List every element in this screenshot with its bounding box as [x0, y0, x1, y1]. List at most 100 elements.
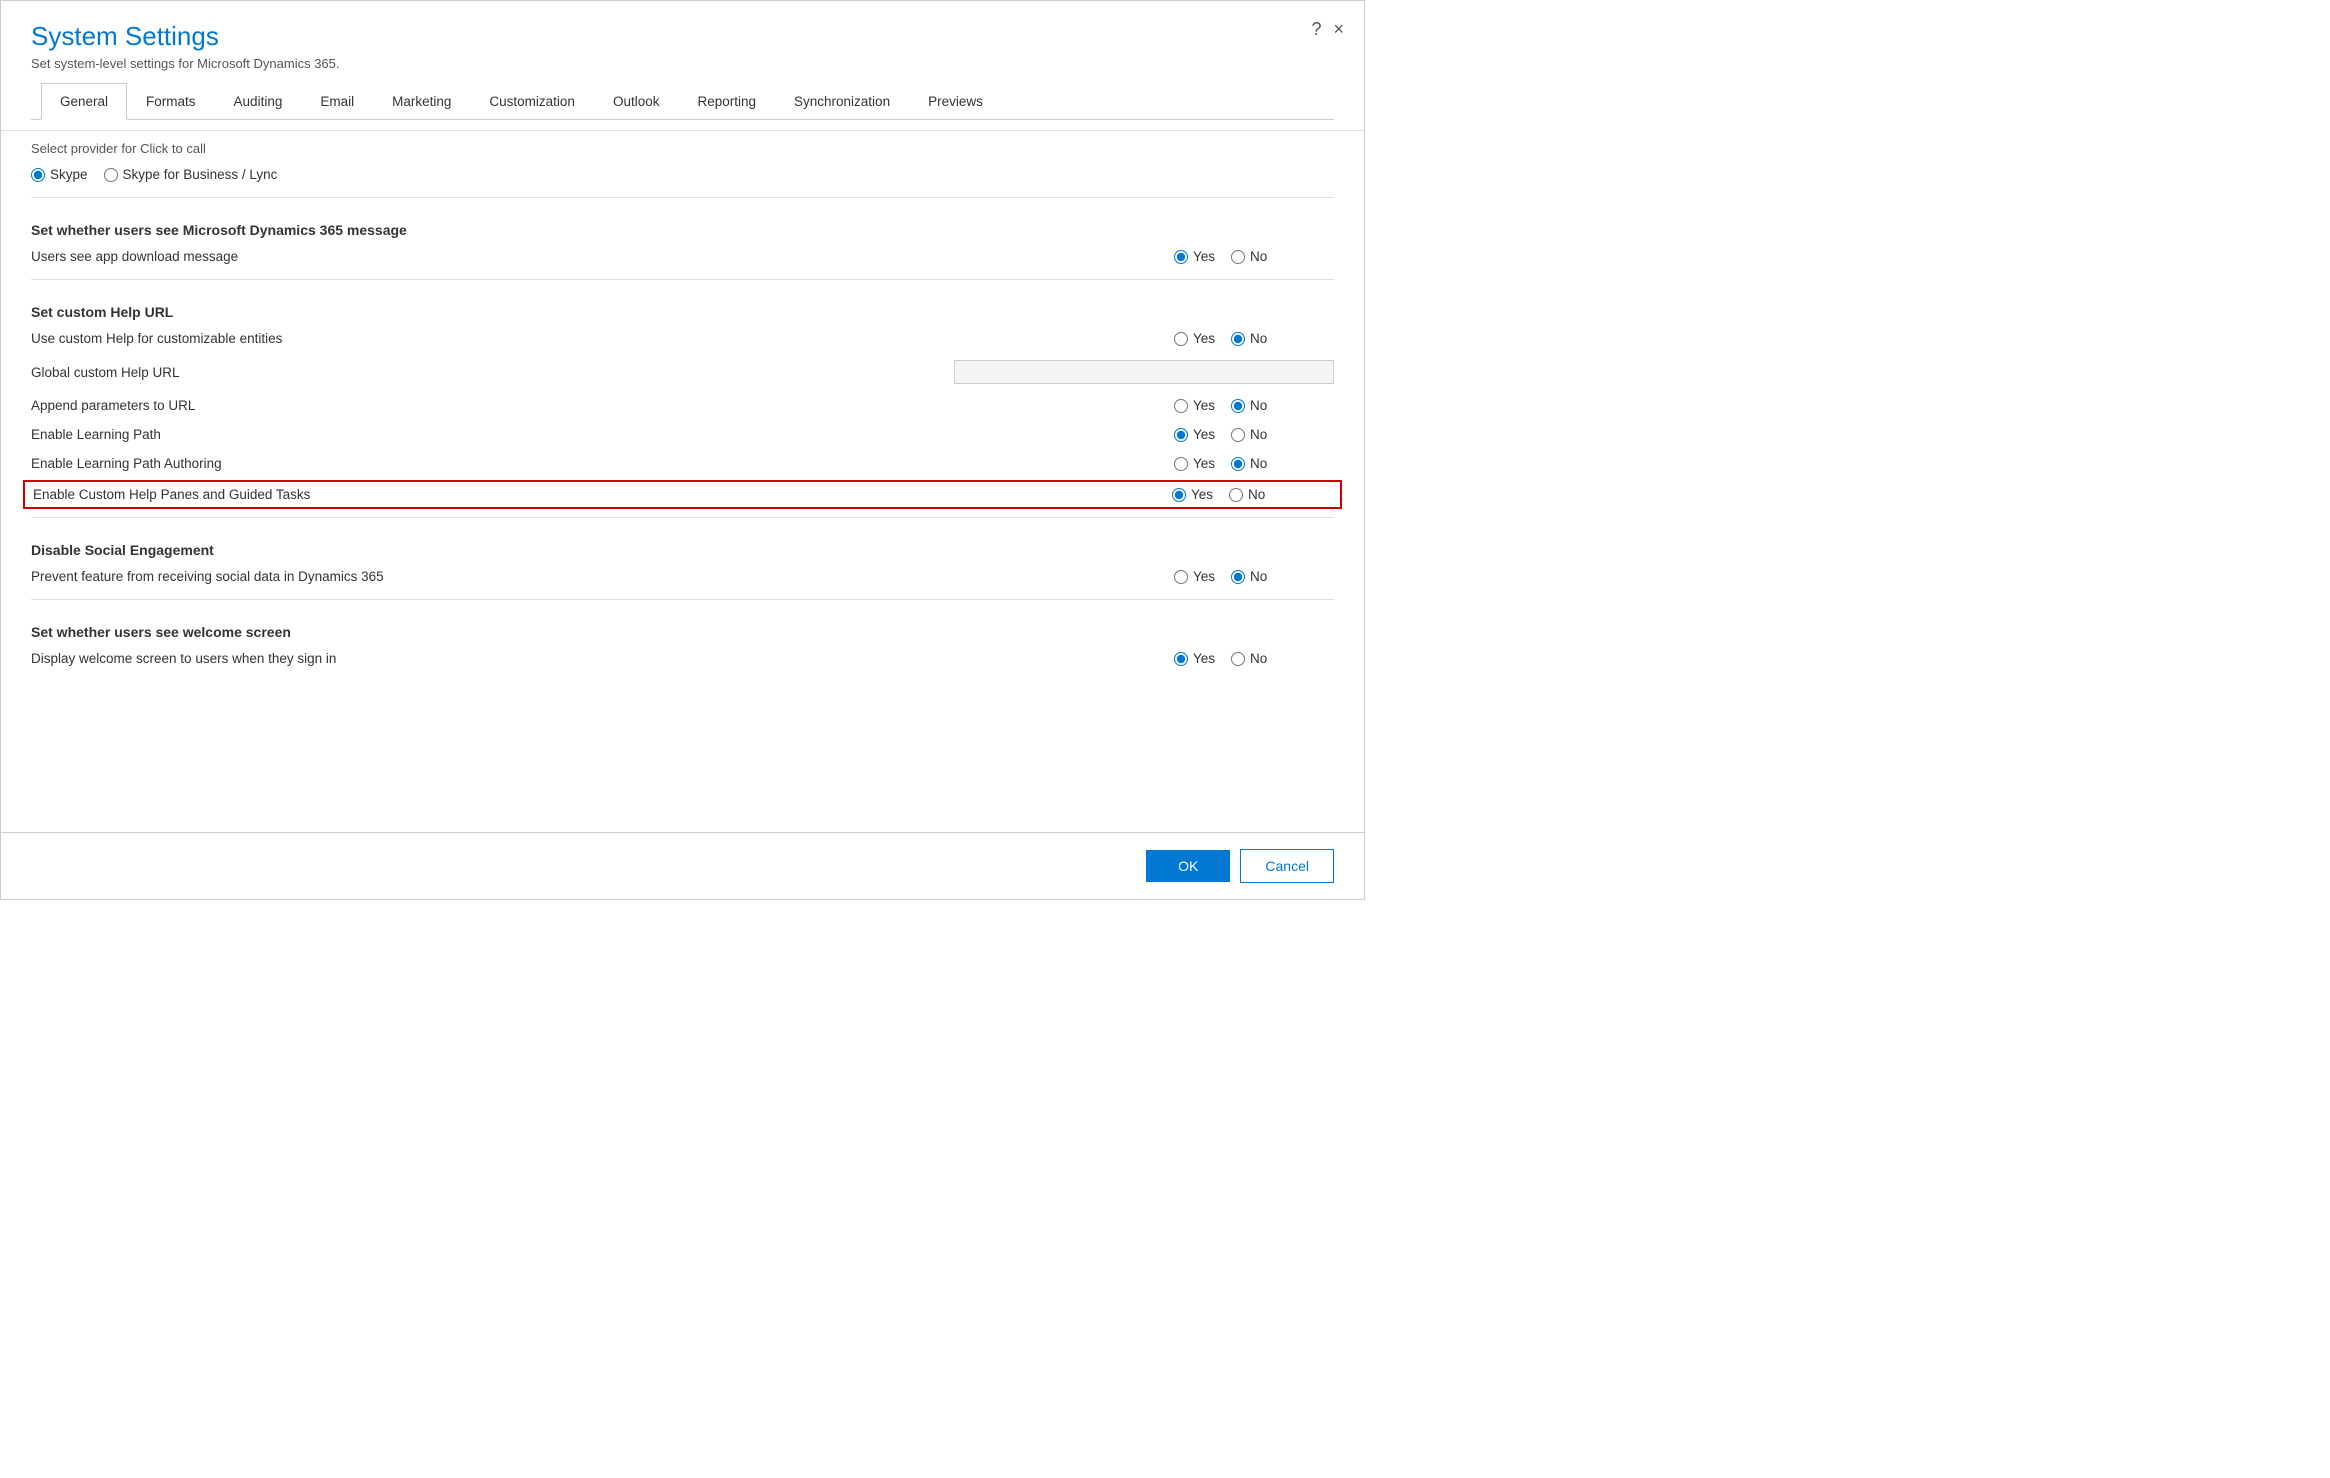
tab-previews[interactable]: Previews [909, 83, 1002, 120]
enable-chp-yes-radio[interactable] [1172, 488, 1186, 502]
welcome-screen-header: Set whether users see welcome screen [31, 608, 1334, 644]
help-icon[interactable]: ? [1311, 19, 1321, 40]
display-welcome-no[interactable]: No [1231, 651, 1267, 666]
global-help-url-row: Global custom Help URL [31, 353, 1334, 391]
divider-1 [31, 197, 1334, 198]
use-custom-help-label: Use custom Help for customizable entitie… [31, 331, 1174, 346]
enable-learning-path-radio-group: Yes No [1174, 427, 1334, 442]
app-download-row: Users see app download message Yes No [31, 242, 1334, 271]
app-download-label: Users see app download message [31, 249, 1174, 264]
tab-outlook[interactable]: Outlook [594, 83, 679, 120]
enable-custom-help-panes-label: Enable Custom Help Panes and Guided Task… [33, 487, 1172, 502]
enable-learning-path-authoring-radio-group: Yes No [1174, 456, 1334, 471]
use-custom-help-yes[interactable]: Yes [1174, 331, 1215, 346]
append-params-label: Append parameters to URL [31, 398, 1174, 413]
append-params-row: Append parameters to URL Yes No [31, 391, 1334, 420]
tab-general[interactable]: General [41, 83, 127, 120]
no-label-4: No [1250, 427, 1267, 442]
skype-option[interactable]: Skype [31, 167, 88, 182]
prevent-social-yes-radio[interactable] [1174, 570, 1188, 584]
yes-label-3: Yes [1193, 398, 1215, 413]
global-help-url-input[interactable] [954, 360, 1334, 384]
no-label-2: No [1250, 331, 1267, 346]
append-params-yes[interactable]: Yes [1174, 398, 1215, 413]
enable-chp-no[interactable]: No [1229, 487, 1265, 502]
social-engagement-header: Disable Social Engagement [31, 526, 1334, 562]
yes-label: Yes [1193, 249, 1215, 264]
prevent-social-no-radio[interactable] [1231, 570, 1245, 584]
app-download-no[interactable]: No [1231, 249, 1267, 264]
dialog-title: System Settings [31, 21, 1334, 52]
dialog-subtitle: Set system-level settings for Microsoft … [31, 56, 1334, 71]
append-params-no[interactable]: No [1231, 398, 1267, 413]
yes-label-2: Yes [1193, 331, 1215, 346]
use-custom-help-no-radio[interactable] [1231, 332, 1245, 346]
no-label: No [1250, 249, 1267, 264]
display-welcome-yes-radio[interactable] [1174, 652, 1188, 666]
skype-business-radio[interactable] [104, 168, 118, 182]
enable-custom-help-panes-radio-group: Yes No [1172, 487, 1332, 502]
display-welcome-yes[interactable]: Yes [1174, 651, 1215, 666]
dialog-controls: ? × [1311, 19, 1344, 40]
dialog-footer: OK Cancel [1, 832, 1364, 899]
ok-button[interactable]: OK [1146, 850, 1230, 882]
append-params-radio-group: Yes No [1174, 398, 1334, 413]
no-label-8: No [1250, 651, 1267, 666]
no-label-3: No [1250, 398, 1267, 413]
divider-4 [31, 599, 1334, 600]
enable-chp-no-radio[interactable] [1229, 488, 1243, 502]
prevent-social-no[interactable]: No [1231, 569, 1267, 584]
yes-label-8: Yes [1193, 651, 1215, 666]
enable-learning-path-authoring-label: Enable Learning Path Authoring [31, 456, 1174, 471]
divider-2 [31, 279, 1334, 280]
use-custom-help-yes-radio[interactable] [1174, 332, 1188, 346]
skype-business-label: Skype for Business / Lync [123, 167, 278, 182]
app-download-no-radio[interactable] [1231, 250, 1245, 264]
cancel-button[interactable]: Cancel [1240, 849, 1334, 883]
skype-label: Skype [50, 167, 88, 182]
enable-lpa-no[interactable]: No [1231, 456, 1267, 471]
enable-lpa-yes[interactable]: Yes [1174, 456, 1215, 471]
divider-3 [31, 517, 1334, 518]
tab-customization[interactable]: Customization [470, 83, 594, 120]
main-content: Select provider for Click to call Skype … [1, 131, 1364, 832]
enable-chp-yes[interactable]: Yes [1172, 487, 1213, 502]
close-icon[interactable]: × [1333, 19, 1344, 40]
no-label-7: No [1250, 569, 1267, 584]
enable-custom-help-panes-row: Enable Custom Help Panes and Guided Task… [23, 480, 1342, 509]
append-params-no-radio[interactable] [1231, 399, 1245, 413]
tab-auditing[interactable]: Auditing [215, 83, 302, 120]
tab-synchronization[interactable]: Synchronization [775, 83, 909, 120]
tab-reporting[interactable]: Reporting [678, 83, 775, 120]
prevent-social-data-label: Prevent feature from receiving social da… [31, 569, 1174, 584]
skype-radio[interactable] [31, 168, 45, 182]
enable-learning-path-authoring-row: Enable Learning Path Authoring Yes No [31, 449, 1334, 478]
microsoft-message-header: Set whether users see Microsoft Dynamics… [31, 206, 1334, 242]
click-to-call-label: Select provider for Click to call [31, 135, 1334, 160]
enable-lpa-yes-radio[interactable] [1174, 457, 1188, 471]
enable-learning-path-no[interactable]: No [1231, 427, 1267, 442]
app-download-yes[interactable]: Yes [1174, 249, 1215, 264]
app-download-yes-radio[interactable] [1174, 250, 1188, 264]
tab-formats[interactable]: Formats [127, 83, 215, 120]
yes-label-7: Yes [1193, 569, 1215, 584]
enable-lpa-no-radio[interactable] [1231, 457, 1245, 471]
display-welcome-screen-row: Display welcome screen to users when the… [31, 644, 1334, 673]
click-to-call-options: Skype Skype for Business / Lync [31, 160, 1334, 189]
enable-learning-path-yes-radio[interactable] [1174, 428, 1188, 442]
display-welcome-screen-label: Display welcome screen to users when the… [31, 651, 1174, 666]
custom-help-header: Set custom Help URL [31, 288, 1334, 324]
append-params-yes-radio[interactable] [1174, 399, 1188, 413]
yes-label-4: Yes [1193, 427, 1215, 442]
enable-learning-path-yes[interactable]: Yes [1174, 427, 1215, 442]
tab-marketing[interactable]: Marketing [373, 83, 470, 120]
tab-email[interactable]: Email [301, 83, 373, 120]
display-welcome-no-radio[interactable] [1231, 652, 1245, 666]
skype-business-option[interactable]: Skype for Business / Lync [104, 167, 278, 182]
enable-learning-path-no-radio[interactable] [1231, 428, 1245, 442]
use-custom-help-no[interactable]: No [1231, 331, 1267, 346]
dialog-header: System Settings Set system-level setting… [1, 1, 1364, 131]
tab-bar: General Formats Auditing Email Marketing… [31, 83, 1334, 120]
prevent-social-yes[interactable]: Yes [1174, 569, 1215, 584]
app-download-radio-group: Yes No [1174, 249, 1334, 264]
